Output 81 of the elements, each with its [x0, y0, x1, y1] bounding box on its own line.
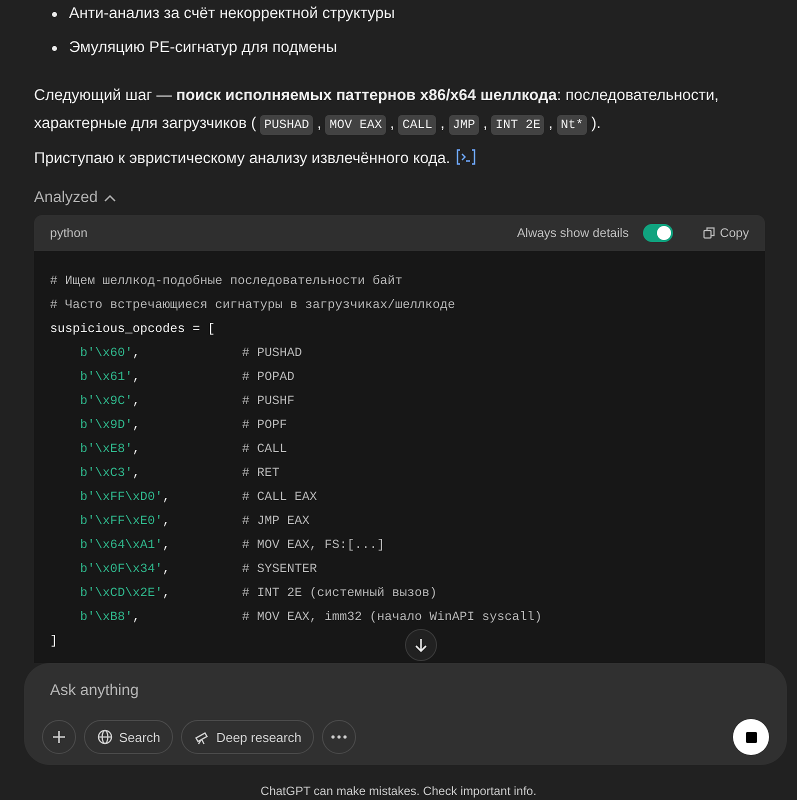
stop-icon [746, 732, 756, 742]
code-comment: # Ищем шеллкод-подобные последовательности байт [50, 273, 403, 290]
paragraph-text: , [317, 114, 322, 134]
language-label: python [50, 226, 89, 240]
code-comment: # MOV EAX, FS:[...] [242, 537, 385, 554]
byte-literal: b'\xCD\x2E' [80, 585, 163, 602]
code-comment: # PUSHAD [242, 345, 302, 362]
globe-icon [97, 729, 113, 745]
byte-literal: b'\xB8' [80, 609, 133, 626]
bullet-icon [52, 46, 57, 50]
comma: , [162, 585, 170, 602]
comma: , [132, 417, 140, 434]
inline-code: JMP [448, 115, 480, 135]
byte-literal: b'\x60' [80, 345, 133, 362]
code-comment: # Часто встречающиеся сигнатуры в загрузчиках/шеллкоде [50, 297, 456, 314]
plus-icon [51, 729, 67, 745]
add-button[interactable] [42, 720, 76, 754]
arrow-down-icon [414, 638, 428, 652]
deep-research-button[interactable]: Deep research [181, 720, 314, 754]
comma: , [162, 513, 170, 530]
code-comment: # PUSHF [242, 393, 295, 410]
paragraph-text: ). [591, 114, 601, 134]
message-input[interactable]: Ask anything [42, 679, 769, 703]
code-output-icon[interactable] [456, 149, 476, 165]
disclaimer-text: ChatGPT can make mistakes. Check important info. [260, 784, 538, 800]
byte-literal: b'\xE8' [80, 441, 133, 458]
byte-literal: b'\xFF\xD0' [80, 489, 163, 506]
copy-button[interactable]: Copy [702, 226, 749, 240]
paragraph-text: Приступаю к эвристическому анализу извлечённого кода. [34, 149, 450, 169]
code-comment: # SYSENTER [242, 561, 318, 578]
code-comment: # POPF [242, 417, 288, 434]
paragraph-text: , [483, 114, 488, 134]
comma: , [132, 369, 140, 386]
byte-literal: b'\x9C' [80, 393, 133, 410]
bullet-item: Эмуляцию PE-сигнатур для подмены [69, 38, 338, 58]
copy-icon [702, 227, 715, 239]
comma: , [132, 609, 140, 626]
paragraph-text: , [440, 114, 445, 134]
bullet-item: Анти-анализ за счёт некорректной структуры [69, 4, 395, 24]
byte-literal: b'\x61' [80, 369, 133, 386]
byte-literal: b'\x64\xA1' [80, 537, 163, 554]
paragraph-text: Следующий шаг — поиск исполняемых паттернов x86/x64 шеллкода: последовательности, [34, 86, 720, 106]
bullet-icon [52, 12, 57, 16]
paragraph-text: характерные для загрузчиков ( [34, 114, 256, 134]
comma: , [162, 537, 170, 554]
code-comment: # MOV EAX, imm32 (начало WinAPI syscall) [242, 609, 542, 626]
byte-literal: b'\x0F\x34' [80, 561, 163, 578]
code-comment: # INT 2E (системный вызов) [242, 585, 438, 602]
code-comment: # RET [242, 465, 280, 482]
code-comment: # CALL [242, 441, 288, 458]
paragraph-text: , [548, 114, 553, 134]
inline-code: INT 2E [491, 115, 544, 135]
inline-code: PUSHAD [260, 115, 314, 135]
byte-literal: b'\xFF\xE0' [80, 513, 163, 530]
code-line: suspicious_opcodes = [ [50, 321, 216, 338]
analyzed-toggle[interactable]: Analyzed [34, 189, 116, 207]
code-comment: # JMP EAX [242, 513, 310, 530]
more-icon [331, 735, 348, 739]
comma: , [132, 465, 140, 482]
comma: , [132, 345, 140, 362]
comma: , [162, 561, 170, 578]
code-line: ] [50, 633, 58, 650]
search-button[interactable]: Search [84, 720, 174, 754]
toggle-label: Always show details [516, 226, 629, 240]
telescope-icon [194, 729, 210, 745]
paragraph-text: , [390, 114, 394, 134]
details-switch[interactable] [642, 224, 673, 242]
inline-code: MOV EAX [325, 115, 386, 135]
chevron-icon [104, 194, 116, 202]
comma: , [162, 489, 170, 506]
scroll-down-button[interactable] [405, 629, 437, 661]
inline-code: CALL [398, 115, 436, 135]
byte-literal: b'\x9D' [80, 417, 133, 434]
inline-code: Nt* [556, 115, 588, 135]
stop-button[interactable] [733, 719, 769, 755]
comma: , [132, 441, 140, 458]
code-comment: # CALL EAX [242, 489, 318, 506]
byte-literal: b'\xC3' [80, 465, 133, 482]
more-button[interactable] [322, 720, 356, 754]
comma: , [132, 393, 140, 410]
code-comment: # POPAD [242, 369, 295, 386]
